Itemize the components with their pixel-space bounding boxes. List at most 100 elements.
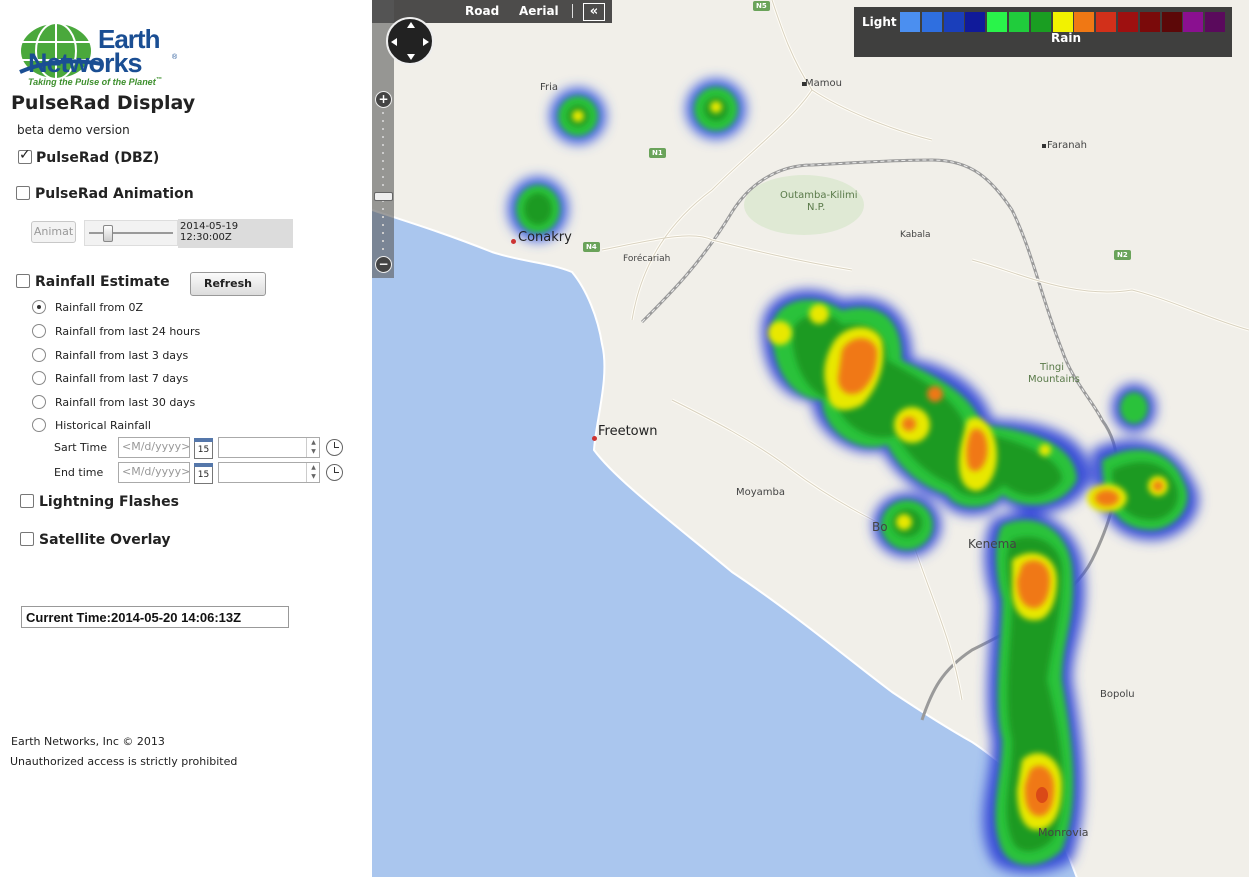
slider-thumb[interactable] xyxy=(102,225,113,242)
place-np: N.P. xyxy=(807,202,826,213)
pan-control[interactable] xyxy=(386,17,434,65)
radio-rainfall-historical[interactable] xyxy=(32,418,46,432)
pan-down-icon[interactable] xyxy=(407,54,415,60)
place-forecariah: Forécariah xyxy=(623,254,671,264)
place-freetown-marker xyxy=(592,436,597,441)
legend-swatch xyxy=(1205,12,1226,32)
place-kenema: Kenema xyxy=(968,537,1017,551)
satellite-label: Satellite Overlay xyxy=(39,532,171,548)
place-fria: Fria xyxy=(540,82,559,93)
tab-divider xyxy=(572,4,573,18)
legend-swatch xyxy=(1161,12,1182,32)
control-panel: Earth Networks ® Taking the Pulse of the… xyxy=(0,0,372,877)
place-tingi-1: Tingi xyxy=(1040,362,1065,373)
place-outamba: Outamba-Kilimi xyxy=(780,190,858,201)
place-mamou-marker xyxy=(802,82,806,86)
zoom-out-icon[interactable]: − xyxy=(375,256,392,273)
legend-light-label: Light xyxy=(862,15,897,29)
place-conakry-marker xyxy=(511,239,516,244)
tab-aerial[interactable]: Aerial xyxy=(519,4,559,18)
lightning-checkbox[interactable] xyxy=(20,494,34,508)
radio-rainfall-24h[interactable] xyxy=(32,324,46,338)
end-time-input[interactable] xyxy=(218,462,320,483)
collapse-map-bar-button[interactable]: « xyxy=(583,3,605,21)
pan-right-icon[interactable] xyxy=(423,38,429,46)
radar-overlay xyxy=(508,79,1199,873)
logo-tagline-tm: ™ xyxy=(155,77,162,83)
start-clock-icon[interactable] xyxy=(326,439,343,456)
legend-swatch xyxy=(965,12,986,32)
rainfall-checkbox[interactable] xyxy=(16,274,30,288)
lightning-label: Lightning Flashes xyxy=(39,494,179,510)
place-tingi-2: Mountains xyxy=(1028,374,1080,385)
zoom-slider-thumb[interactable] xyxy=(374,192,393,201)
end-time-label: End time xyxy=(54,466,104,479)
footer-copyright: Earth Networks, Inc © 2013 xyxy=(11,735,165,748)
legend-swatch xyxy=(1030,12,1051,32)
legend-swatch xyxy=(1118,12,1138,32)
end-calendar-day: 15 xyxy=(197,470,210,480)
place-mamou: Mamou xyxy=(805,78,842,89)
map-view[interactable]: Fria Mamou Faranah Conakry Forécariah Ou… xyxy=(372,0,1249,877)
rainfall-option-7d: Rainfall from last 7 days xyxy=(55,372,189,385)
radar-legend: Light Rain xyxy=(854,7,1232,57)
place-faranah: Faranah xyxy=(1047,140,1088,151)
logo-tagline-text: Taking the Pulse of the Planet xyxy=(28,77,156,87)
animation-timestamp: 2014-05-19 12:30:00Z xyxy=(178,219,293,248)
zoom-scale[interactable] xyxy=(382,112,384,252)
legend-swatch xyxy=(1183,12,1204,32)
place-conakry: Conakry xyxy=(518,230,572,245)
pulserad-checkbox[interactable] xyxy=(18,147,32,164)
start-time-spinner[interactable]: ▲ ▼ xyxy=(306,438,320,457)
pulserad-label: PulseRad (DBZ) xyxy=(36,150,160,166)
end-date-input[interactable]: <M/d/yyyy> xyxy=(118,462,190,483)
rainfall-option-0z: Rainfall from 0Z xyxy=(55,301,144,314)
start-time-label: Sart Time xyxy=(54,441,107,454)
radio-rainfall-7d[interactable] xyxy=(32,371,46,385)
legend-swatch xyxy=(1139,12,1160,32)
logo-tagline: Taking the Pulse of the Planet™ xyxy=(28,77,162,87)
refresh-button[interactable]: Refresh xyxy=(190,272,266,296)
start-time-input[interactable] xyxy=(218,437,320,458)
place-bo: Bo xyxy=(872,520,888,534)
logo-line-2: Networks xyxy=(28,48,143,78)
place-moyamba: Moyamba xyxy=(736,487,786,498)
road-shield-n4: N4 xyxy=(583,242,600,252)
tab-road[interactable]: Road xyxy=(465,4,499,18)
road-shield-n5: N5 xyxy=(753,1,770,11)
legend-swatch xyxy=(921,12,942,32)
page-title: PulseRad Display xyxy=(11,92,196,114)
end-calendar-header xyxy=(194,463,213,467)
end-time-spinner[interactable]: ▲ ▼ xyxy=(306,463,320,482)
rainfall-option-3d: Rainfall from last 3 days xyxy=(55,349,189,362)
pan-up-icon[interactable] xyxy=(407,22,415,28)
place-faranah-marker xyxy=(1042,144,1046,148)
end-clock-icon[interactable] xyxy=(326,464,343,481)
animation-label: PulseRad Animation xyxy=(35,186,194,202)
legend-swatch xyxy=(943,12,964,32)
legend-swatch xyxy=(1052,12,1073,32)
legend-swatch xyxy=(1009,12,1029,32)
radio-rainfall-0z[interactable] xyxy=(32,300,46,314)
start-calendar-day: 15 xyxy=(197,445,210,455)
animation-slider[interactable] xyxy=(84,220,178,246)
legend-swatch xyxy=(987,12,1008,32)
footer-notice: Unauthorized access is strictly prohibit… xyxy=(10,755,238,768)
zoom-in-icon[interactable]: + xyxy=(375,91,392,108)
animate-button[interactable]: Animat xyxy=(31,221,76,243)
rainfall-label: Rainfall Estimate xyxy=(35,274,170,290)
page-subtitle: beta demo version xyxy=(17,123,130,137)
start-calendar-header xyxy=(194,438,213,442)
animation-checkbox[interactable] xyxy=(16,186,30,200)
place-monrovia: Monrovia xyxy=(1038,826,1089,839)
radio-rainfall-30d[interactable] xyxy=(32,395,46,409)
slider-track xyxy=(89,232,173,234)
legend-swatch xyxy=(1074,12,1095,32)
legend-swatch xyxy=(1096,12,1117,32)
pan-left-icon[interactable] xyxy=(391,38,397,46)
satellite-checkbox[interactable] xyxy=(20,532,34,546)
rainfall-option-30d: Rainfall from last 30 days xyxy=(55,396,196,409)
start-date-input[interactable]: <M/d/yyyy> xyxy=(118,437,190,458)
radio-rainfall-3d[interactable] xyxy=(32,348,46,362)
place-bopolu: Bopolu xyxy=(1100,689,1135,700)
